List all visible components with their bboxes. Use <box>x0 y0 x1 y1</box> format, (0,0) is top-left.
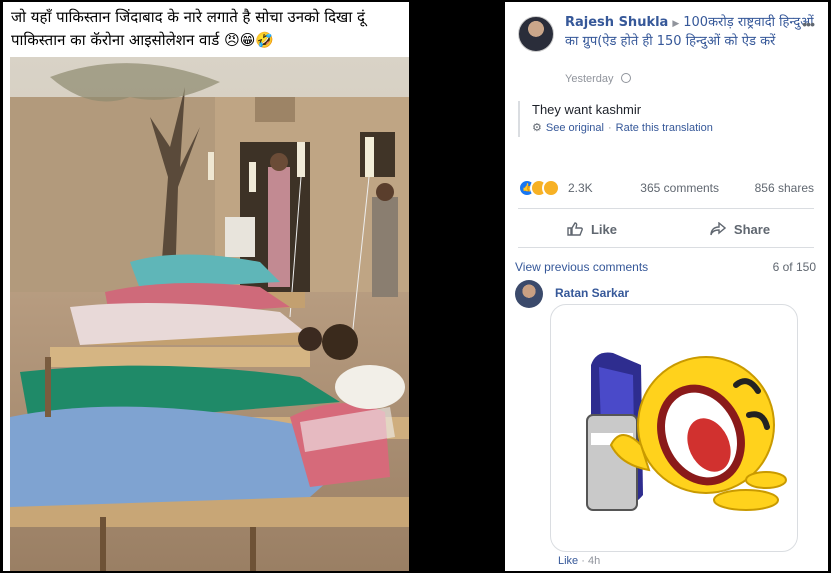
thumbs-up-icon <box>567 222 583 236</box>
comment-like-link[interactable]: Like <box>558 555 578 567</box>
rate-translation-link[interactable]: Rate this translation <box>616 122 713 134</box>
separator: · <box>607 122 612 134</box>
post-meta: Yesterday <box>565 73 631 85</box>
arrow-right-icon: ▶ <box>672 19 680 29</box>
laughing-sticker <box>586 352 787 511</box>
comment-actions: Like · 4h <box>558 555 600 567</box>
reaction-count[interactable]: 2.3K <box>568 181 593 195</box>
post-stats: 2.3K 365 comments 856 shares <box>518 178 814 200</box>
author-avatar[interactable] <box>518 16 554 52</box>
translation-links: ⚙ See original · Rate this translation <box>532 121 814 134</box>
share-button[interactable]: Share <box>666 214 814 244</box>
translated-text: They want kashmir <box>532 102 642 117</box>
commenter-avatar[interactable] <box>515 280 543 308</box>
divider <box>518 208 814 209</box>
post-timestamp[interactable]: Yesterday <box>565 73 614 85</box>
comments-page-count: 6 of 150 <box>772 260 816 274</box>
post-header: Rajesh Shukla ▶ 100करोड़ राष्ट्रवादी हिन्द… <box>505 2 828 94</box>
ward-photo[interactable] <box>10 57 409 571</box>
view-previous-comments-link[interactable]: View previous comments <box>515 260 648 274</box>
commenter-name-link[interactable]: Ratan Sarkar <box>555 286 629 300</box>
author-name-link[interactable]: Rajesh Shukla <box>565 15 668 30</box>
see-original-link[interactable]: See original <box>546 122 604 134</box>
sad-reaction-icon <box>542 179 560 197</box>
facebook-post-pane: Rajesh Shukla ▶ 100करोड़ राष्ट्रवादी हिन्द… <box>505 2 828 571</box>
shared-photo-panel: जो यहाँ पाकिस्तान जिंदाबाद के नारे लगाते… <box>3 2 409 571</box>
gear-icon: ⚙ <box>532 122 542 134</box>
ward-photo-image <box>10 57 409 571</box>
shares-count[interactable]: 856 shares <box>755 181 814 195</box>
comments-section: View previous comments 6 of 150 Ratan Sa… <box>505 248 828 571</box>
photo-caption: जो यहाँ पाकिस्तान जिंदाबाद के नारे लगाते… <box>11 8 365 49</box>
like-button[interactable]: Like <box>518 214 666 244</box>
comments-count[interactable]: 365 comments <box>640 181 719 195</box>
comment-sticker[interactable] <box>550 304 798 552</box>
translation-block: They want kashmir ⚙ See original · Rate thi… <box>518 101 814 137</box>
comment-timestamp[interactable]: 4h <box>588 555 600 567</box>
like-label: Like <box>590 221 617 237</box>
post-actions: Like Share <box>518 214 814 244</box>
post-title: Rajesh Shukla ▶ 100करोड़ राष्ट्रवादी हिन्द… <box>565 14 815 50</box>
screenshot-frame: जो यहाँ पाकिस्तान जिंदाबाद के नारे लगाते… <box>0 0 831 573</box>
globe-icon <box>620 73 631 83</box>
share-label: Share <box>733 221 771 237</box>
share-arrow-icon <box>710 222 726 236</box>
more-options-icon[interactable]: ••• <box>802 16 815 32</box>
comment-separator: · <box>581 555 585 567</box>
